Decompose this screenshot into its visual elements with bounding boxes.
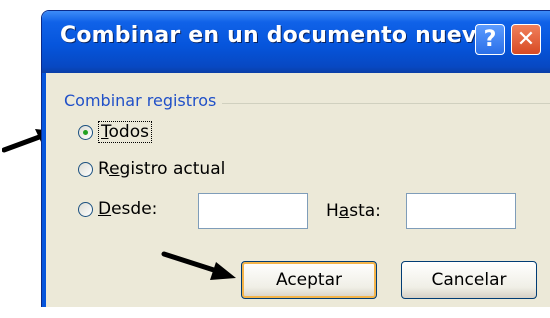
radio-unchecked-icon[interactable]	[78, 201, 93, 217]
close-button[interactable]: ✕	[511, 24, 541, 55]
radio-desde[interactable]: Desde:	[78, 199, 157, 219]
close-icon: ✕	[516, 27, 536, 52]
radio-registro-label: Registro actual	[98, 159, 226, 179]
desde-input[interactable]	[198, 193, 308, 229]
group-label: Combinar registros	[64, 91, 223, 110]
title-bar: Combinar en un documento nuevo ? ✕	[42, 11, 550, 73]
radio-todos-label: Todos	[98, 121, 152, 143]
help-button[interactable]: ?	[475, 24, 505, 55]
dialog-body: Combinar registros Todos Registro actual…	[42, 73, 550, 307]
radio-todos[interactable]: Todos	[78, 121, 152, 143]
radio-desde-label: Desde:	[98, 199, 158, 219]
dialog-title: Combinar en un documento nuevo	[60, 23, 492, 48]
radio-registro-actual[interactable]: Registro actual	[78, 159, 225, 179]
accept-label: Aceptar	[276, 270, 342, 290]
merge-dialog: Combinar en un documento nuevo ? ✕ Combi…	[41, 10, 550, 307]
accept-button[interactable]: Aceptar	[241, 261, 377, 299]
cancel-button[interactable]: Cancelar	[401, 261, 537, 299]
radio-checked-icon[interactable]	[78, 124, 93, 140]
pointer-arrow-icon	[161, 251, 236, 280]
hasta-label: Hasta:	[326, 201, 381, 221]
radio-unchecked-icon[interactable]	[78, 161, 93, 177]
hasta-input[interactable]	[406, 193, 516, 229]
help-icon: ?	[483, 27, 497, 52]
cancel-label: Cancelar	[431, 270, 507, 290]
